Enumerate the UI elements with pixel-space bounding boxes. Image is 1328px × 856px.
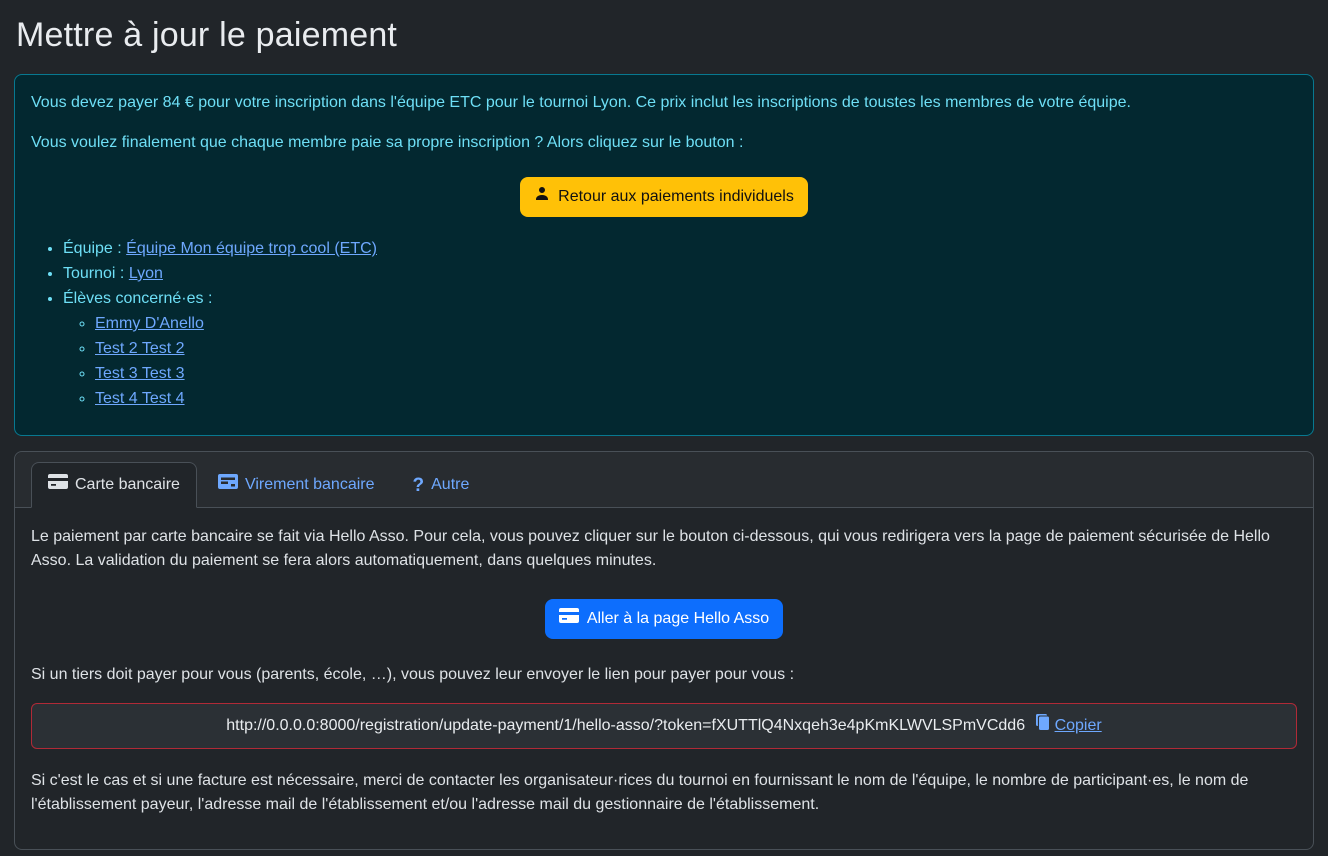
team-link[interactable]: Équipe Mon équipe trop cool (ETC) [126, 240, 377, 257]
back-button-label: Retour aux paiements individuels [558, 185, 794, 209]
students-detail-item: Élèves concerné·es : Emmy D'Anello Test … [63, 287, 1297, 411]
students-list: Emmy D'Anello Test 2 Test 2 Test 3 Test … [63, 312, 1297, 411]
team-label: Équipe : [63, 240, 122, 257]
registration-details-list: Équipe : Équipe Mon équipe trop cool (ET… [31, 237, 1297, 411]
tournament-detail-item: Tournoi : Lyon [63, 262, 1297, 286]
page-title: Mettre à jour le paiement [16, 10, 1314, 61]
payment-methods-card: Carte bancaire Virement bancaire ? Autre… [14, 451, 1314, 850]
back-button-row: Retour aux paiements individuels [31, 177, 1297, 217]
tab-label: Virement bancaire [245, 473, 375, 497]
hello-asso-explanation-text: Le paiement par carte bancaire se fait v… [31, 525, 1297, 573]
student-link[interactable]: Test 4 Test 4 [95, 390, 185, 407]
copy-icon [1036, 714, 1052, 738]
tab-virement-bancaire[interactable]: Virement bancaire [201, 462, 392, 508]
question-mark-icon: ? [413, 476, 425, 495]
student-link[interactable]: Emmy D'Anello [95, 315, 204, 332]
team-payment-info-alert: Vous devez payer 84 € pour votre inscrip… [14, 74, 1314, 436]
tab-label: Carte bancaire [75, 473, 180, 497]
payment-amount-text: Vous devez payer 84 € pour votre inscrip… [31, 91, 1297, 115]
hello-asso-button-label: Aller à la page Hello Asso [587, 607, 769, 631]
list-item: Test 4 Test 4 [95, 387, 1297, 411]
tournament-label: Tournoi : [63, 265, 124, 282]
tournament-link[interactable]: Lyon [129, 265, 163, 282]
card-payment-panel: Le paiement par carte bancaire se fait v… [15, 508, 1313, 849]
students-label: Élèves concerné·es : [63, 290, 212, 307]
payment-method-tabs: Carte bancaire Virement bancaire ? Autre [15, 452, 1313, 508]
list-item: Test 3 Test 3 [95, 362, 1297, 386]
student-link[interactable]: Test 3 Test 3 [95, 365, 185, 382]
tab-carte-bancaire[interactable]: Carte bancaire [31, 462, 197, 508]
credit-card-icon [48, 473, 68, 497]
payment-update-page: Mettre à jour le paiement Vous devez pay… [0, 0, 1328, 856]
go-to-hello-asso-button[interactable]: Aller à la page Hello Asso [545, 599, 783, 639]
student-link[interactable]: Test 2 Test 2 [95, 340, 185, 357]
third-party-payment-text: Si un tiers doit payer pour vous (parent… [31, 663, 1297, 687]
team-detail-item: Équipe : Équipe Mon équipe trop cool (ET… [63, 237, 1297, 261]
list-item: Emmy D'Anello [95, 312, 1297, 336]
payment-link-box: http://0.0.0.0:8000/registration/update-… [31, 703, 1297, 749]
person-icon [534, 185, 550, 209]
copy-link-label: Copier [1055, 714, 1102, 738]
list-item: Test 2 Test 2 [95, 337, 1297, 361]
copy-link-button[interactable]: Copier [1036, 714, 1102, 738]
invoice-instructions-text: Si c'est le cas et si une facture est né… [31, 769, 1297, 817]
individual-payment-question-text: Vous voulez finalement que chaque membre… [31, 131, 1297, 155]
tab-autre[interactable]: ? Autre [396, 462, 487, 508]
credit-card-icon [559, 607, 579, 631]
hello-asso-button-row: Aller à la page Hello Asso [31, 599, 1297, 639]
tab-label: Autre [431, 473, 469, 497]
back-to-individual-payments-button[interactable]: Retour aux paiements individuels [520, 177, 808, 217]
payment-link-url: http://0.0.0.0:8000/registration/update-… [226, 717, 1025, 734]
bank-transfer-icon [218, 473, 238, 497]
